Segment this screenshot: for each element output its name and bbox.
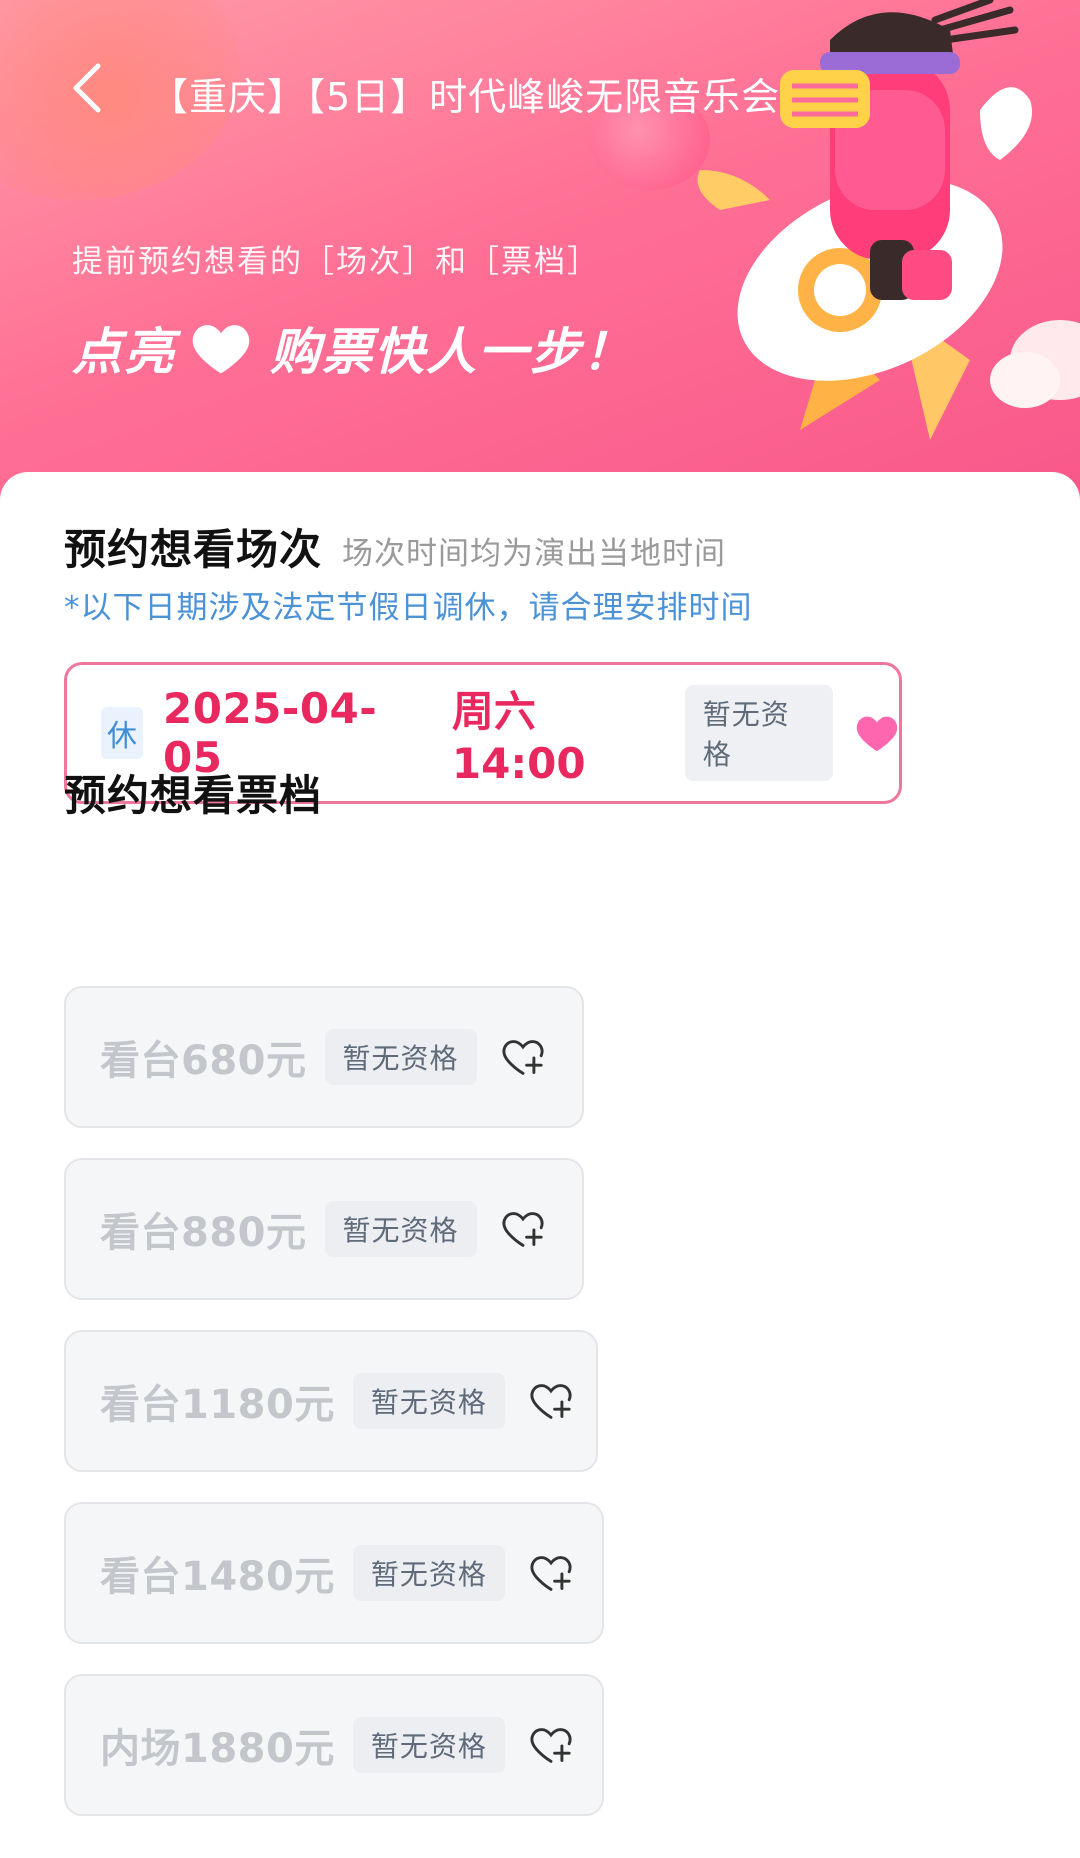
tier-option[interactable]: 内场1880元 暂无资格 <box>64 1674 604 1816</box>
promo-slogan: 点亮 购票快人一步！ <box>72 312 634 384</box>
session-section-title: 预约想看场次 <box>64 525 323 574</box>
tier-option[interactable]: 看台880元 暂无资格 <box>64 1158 584 1300</box>
status-badge: 暂无资格 <box>352 1717 505 1773</box>
mascot-illustration <box>697 0 1080 440</box>
tier-name: 看台680元 <box>100 1038 307 1084</box>
tier-name: 看台1180元 <box>100 1382 335 1428</box>
tier-option[interactable]: 看台1480元 暂无资格 <box>64 1502 604 1644</box>
session-section-header: 预约想看场次 场次时间均为演出当地时间 <box>64 516 726 577</box>
heart-plus-icon[interactable] <box>529 1725 573 1765</box>
heart-plus-icon[interactable] <box>529 1553 573 1593</box>
header-banner: 【重庆】【5日】时代峰峻无限音乐会·极限 提前预约想看的［场次］和［票档］ 点亮… <box>0 0 1080 520</box>
tier-section-title: 预约想看票档 <box>64 771 323 820</box>
chevron-left-icon <box>73 63 101 113</box>
promo-slogan-part1: 点亮 <box>72 323 176 381</box>
heart-plus-icon[interactable] <box>501 1037 545 1077</box>
session-section-subtitle: 场次时间均为演出当地时间 <box>342 536 727 572</box>
status-badge: 暂无资格 <box>324 1201 477 1257</box>
tier-section-header: 预约想看票档 <box>64 762 322 823</box>
heart-plus-icon[interactable] <box>529 1381 573 1421</box>
status-badge: 暂无资格 <box>684 685 833 781</box>
status-badge: 暂无资格 <box>324 1029 477 1085</box>
status-badge: 暂无资格 <box>352 1373 505 1429</box>
rest-day-badge: 休 <box>101 707 143 759</box>
reservation-page: 【重庆】【5日】时代峰峻无限音乐会·极限 提前预约想看的［场次］和［票档］ 点亮… <box>0 0 1080 1858</box>
promo-text: 提前预约想看的［场次］和［票档］ <box>72 244 600 280</box>
tier-name: 内场1880元 <box>100 1726 335 1772</box>
heart-filled-icon[interactable] <box>855 713 899 753</box>
back-button[interactable] <box>58 58 118 118</box>
promo-slogan-part2: 购票快人一步！ <box>270 323 634 381</box>
holiday-notice: *以下日期涉及法定节假日调休，请合理安排时间 <box>64 590 753 626</box>
heart-icon <box>190 320 252 376</box>
tier-option[interactable]: 看台1180元 暂无资格 <box>64 1330 598 1472</box>
heart-plus-icon[interactable] <box>501 1209 545 1249</box>
status-badge: 暂无资格 <box>352 1545 505 1601</box>
tier-name: 看台1480元 <box>100 1554 335 1600</box>
content-card: 预约想看场次 场次时间均为演出当地时间 *以下日期涉及法定节假日调休，请合理安排… <box>0 472 1080 1858</box>
tier-name: 看台880元 <box>100 1210 307 1256</box>
tier-option[interactable]: 看台680元 暂无资格 <box>64 986 584 1128</box>
session-time: 周六14:00 <box>451 687 586 788</box>
